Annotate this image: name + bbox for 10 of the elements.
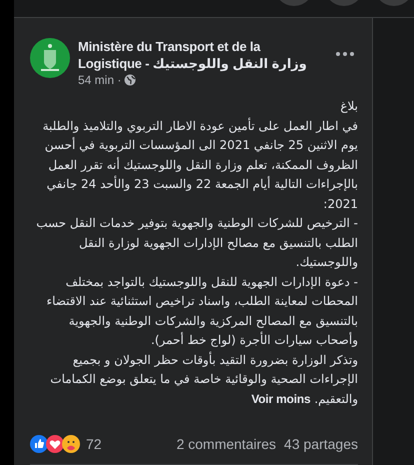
shares-count[interactable]: 43 partages <box>284 436 358 452</box>
like-icon <box>30 434 48 452</box>
see-less-link[interactable]: Voir moins <box>251 392 310 406</box>
page-name[interactable]: Ministère du Transport et de la Logistique - وزارة النقل واللوجستيك <box>78 38 324 72</box>
avatar-icon[interactable] <box>30 38 70 78</box>
care-icon <box>62 434 80 452</box>
globe-icon <box>124 74 136 86</box>
reaction-count[interactable]: 72 <box>86 436 102 452</box>
post-time[interactable]: 54 min · <box>78 73 122 87</box>
comments-count[interactable]: 2 commentaires <box>176 436 276 452</box>
